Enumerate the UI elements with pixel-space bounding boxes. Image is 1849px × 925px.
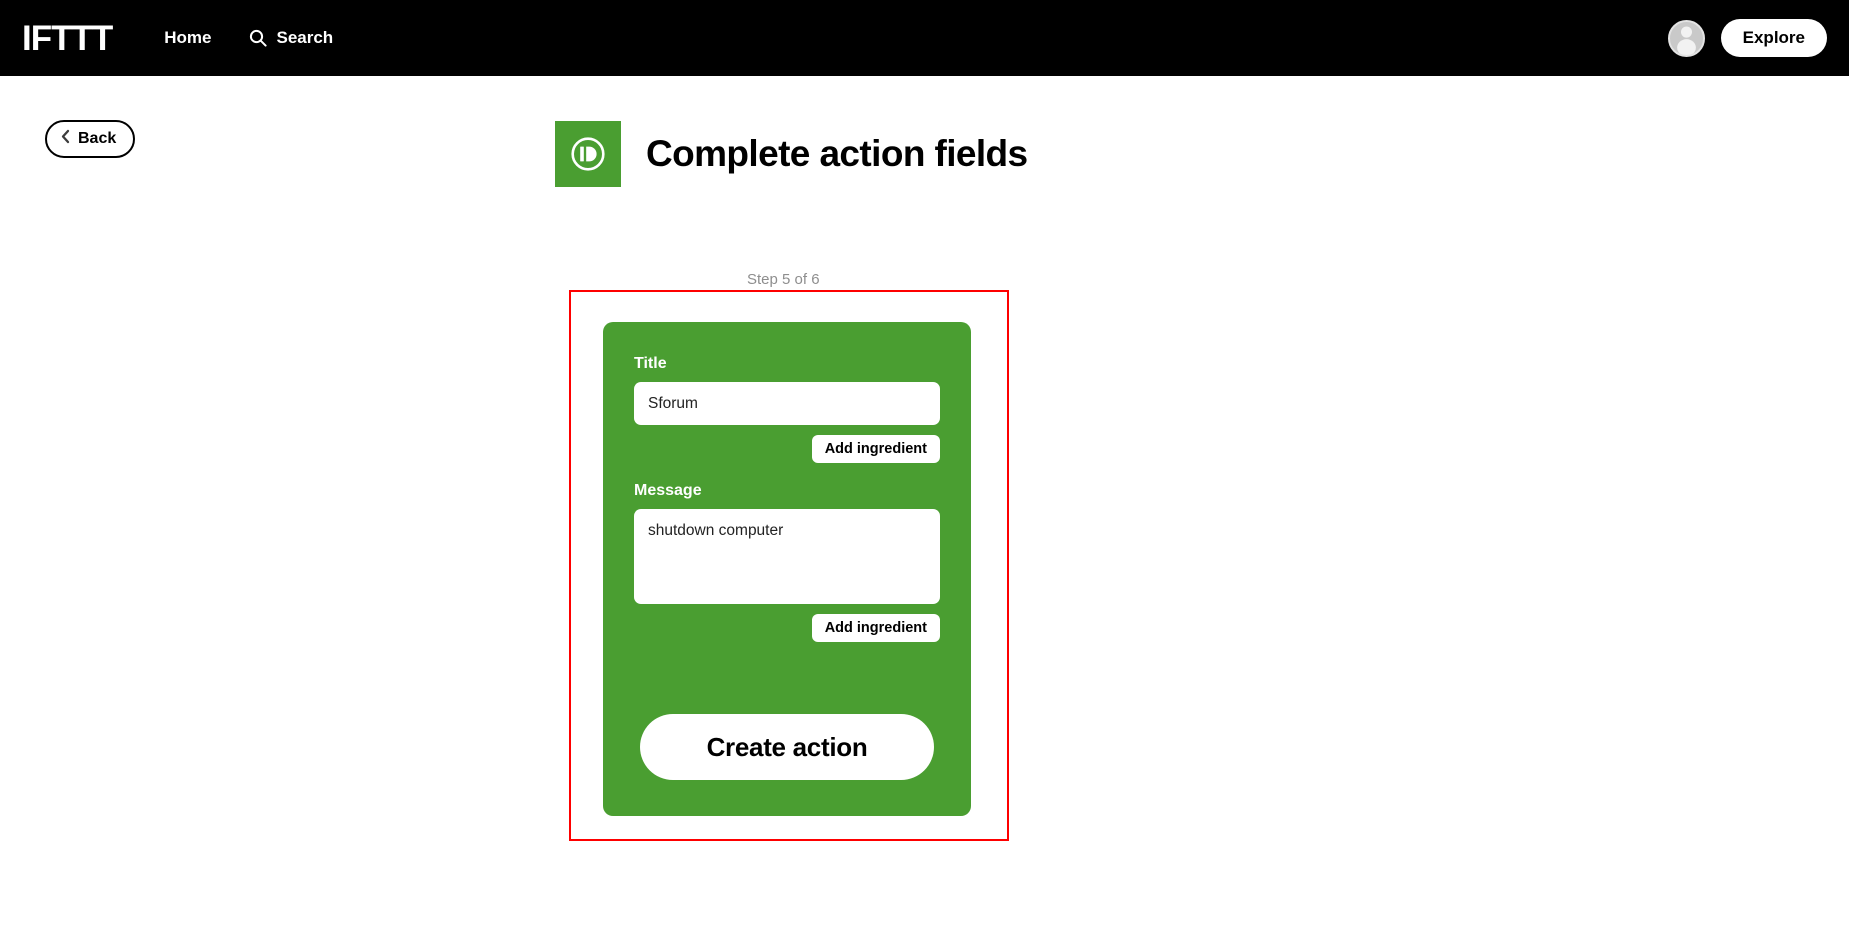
field-group-title: Title Add ingredient	[634, 355, 940, 463]
nav-link-search[interactable]: Search	[249, 28, 333, 48]
search-icon	[249, 29, 268, 47]
nav-home-label: Home	[164, 28, 212, 47]
pushbullet-icon	[555, 121, 621, 187]
action-fields-card: Title Add ingredient Message Add ingredi…	[603, 322, 971, 816]
nav-link-home[interactable]: Home	[164, 28, 211, 48]
message-field-label: Message	[634, 482, 702, 499]
back-button[interactable]: Back	[45, 120, 136, 158]
add-ingredient-button-title[interactable]: Add ingredient	[811, 435, 940, 463]
chevron-left-icon	[60, 129, 71, 149]
add-ingredient-button-message[interactable]: Add ingredient	[811, 614, 940, 642]
back-button-label: Back	[78, 130, 117, 147]
message-ingredient-row: Add ingredient	[634, 614, 940, 642]
ifttt-logo[interactable]: IFTTT	[22, 21, 113, 56]
title-row: Complete action fields	[555, 121, 1028, 187]
user-avatar-icon[interactable]	[1667, 19, 1705, 57]
explore-button[interactable]: Explore	[1720, 19, 1827, 57]
page-title: Complete action fields	[646, 133, 1028, 174]
page-body: Back Complete action fields Step 5 of 6 …	[0, 76, 1849, 925]
step-indicator: Step 5 of 6	[747, 271, 820, 288]
site-header: IFTTT Home Search Explore	[0, 0, 1849, 76]
nav-search-label: Search	[276, 28, 334, 47]
title-field-label: Title	[634, 355, 667, 372]
title-input[interactable]	[634, 382, 940, 425]
header-right-group: Explore	[1667, 19, 1827, 57]
field-group-message: Message Add ingredient	[634, 482, 940, 642]
message-textarea[interactable]	[634, 509, 940, 604]
create-action-button[interactable]: Create action	[640, 714, 934, 780]
title-ingredient-row: Add ingredient	[634, 435, 940, 463]
